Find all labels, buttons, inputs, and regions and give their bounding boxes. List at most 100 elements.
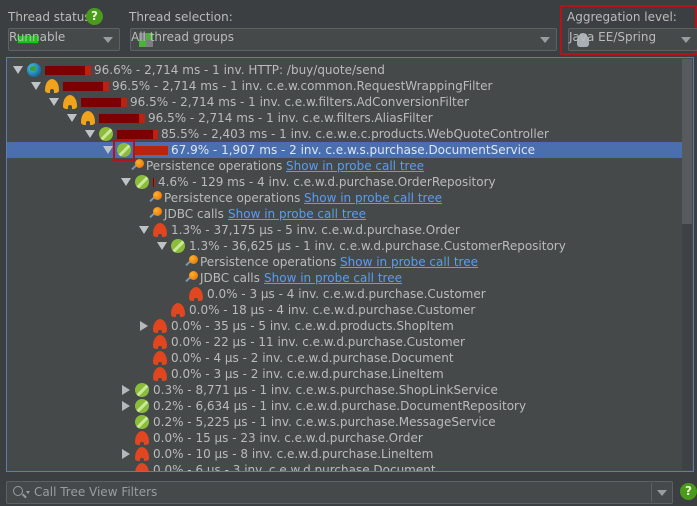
entity-icon bbox=[135, 447, 149, 461]
servlet-filter-icon bbox=[63, 95, 77, 109]
expand-down-icon[interactable] bbox=[49, 98, 59, 106]
tree-row[interactable]: JDBC calls Show in probe call tree bbox=[7, 206, 685, 222]
expand-down-icon[interactable] bbox=[85, 130, 95, 138]
tree-row[interactable]: 0.0% - 6 μs - 3 inv. c.e.w.d.purchase.Do… bbox=[7, 462, 685, 472]
entity-icon bbox=[171, 303, 185, 317]
call-tree-node-label: 0.0% - 3 μs - 2 inv. c.e.w.d.purchase.Li… bbox=[171, 367, 444, 381]
tree-row[interactable]: 0.0% - 18 μs - 4 inv. c.e.w.d.purchase.C… bbox=[7, 302, 685, 318]
thread-selection-dropdown[interactable]: All thread groups bbox=[130, 28, 557, 51]
self-time-bar bbox=[154, 178, 155, 187]
tree-row[interactable]: JDBC calls Show in probe call tree bbox=[7, 270, 685, 286]
entity-icon bbox=[153, 367, 167, 381]
tree-row[interactable]: 0.0% - 3 μs - 4 inv. c.e.w.d.purchase.Cu… bbox=[7, 286, 685, 302]
expand-down-icon[interactable] bbox=[139, 226, 149, 234]
time-percentage-bar bbox=[117, 130, 158, 139]
self-time-bar bbox=[153, 130, 158, 139]
globe-icon bbox=[27, 63, 41, 77]
tree-row[interactable]: 0.2% - 5,225 μs - 1 inv. c.e.w.s.purchas… bbox=[7, 414, 685, 430]
spring-bean-icon bbox=[171, 239, 185, 253]
tree-row[interactable]: 0.0% - 15 μs - 23 inv. c.e.w.d.purchase.… bbox=[7, 430, 685, 446]
tree-row[interactable]: Persistence operations Show in probe call… bbox=[7, 254, 685, 270]
show-in-probe-call-tree-link[interactable]: Show in probe call tree bbox=[286, 158, 424, 174]
tree-row-selected[interactable]: 67.9% - 1,907 ms - 2 inv. c.e.w.s.purcha… bbox=[7, 139, 685, 161]
tree-row[interactable]: 96.5% - 2,714 ms - 1 inv. c.e.w.filters.… bbox=[7, 94, 685, 110]
thread-status-help-icon[interactable]: ? bbox=[86, 8, 103, 25]
show-in-probe-call-tree-link[interactable]: Show in probe call tree bbox=[304, 190, 442, 206]
chevron-down-icon bbox=[540, 37, 550, 43]
collapse-right-icon[interactable] bbox=[122, 449, 130, 459]
probe-label: JDBC calls bbox=[200, 271, 260, 285]
spring-bean-icon bbox=[135, 175, 149, 189]
tree-row[interactable]: 0.0% - 4 μs - 2 inv. c.e.w.d.purchase.Do… bbox=[7, 350, 685, 366]
expand-down-icon[interactable] bbox=[13, 66, 23, 74]
show-in-probe-call-tree-link[interactable]: Show in probe call tree bbox=[264, 270, 402, 286]
show-in-probe-call-tree-link[interactable]: Show in probe call tree bbox=[340, 254, 478, 270]
tree-row[interactable]: 1.3% - 36,625 μs - 1 inv. c.e.w.d.purcha… bbox=[7, 238, 685, 254]
self-time-bar bbox=[139, 114, 145, 123]
tree-row[interactable]: 0.3% - 8,771 μs - 1 inv. c.e.w.s.purchas… bbox=[7, 382, 685, 398]
tree-row[interactable]: 4.6% - 129 ms - 4 inv. c.e.w.d.purchase.… bbox=[7, 174, 685, 190]
tree-row[interactable]: 96.5% - 2,714 ms - 1 inv. c.e.w.filters.… bbox=[7, 110, 685, 126]
entity-icon bbox=[135, 463, 149, 471]
collapse-right-icon[interactable] bbox=[122, 401, 130, 411]
expand-down-icon[interactable] bbox=[103, 146, 113, 154]
call-tree-node-label: 0.0% - 15 μs - 23 inv. c.e.w.d.purchase.… bbox=[153, 431, 423, 445]
tree-row[interactable]: Persistence operations Show in probe call… bbox=[7, 190, 685, 206]
call-tree-node-label: 85.5% - 2,403 ms - 1 inv. c.e.w.e.c.prod… bbox=[161, 127, 549, 141]
search-options-arrow-icon[interactable] bbox=[26, 491, 30, 494]
call-tree-node-label: 1.3% - 36,625 μs - 1 inv. c.e.w.d.purcha… bbox=[189, 239, 566, 253]
chevron-down-icon[interactable] bbox=[657, 490, 667, 496]
call-tree-node-label: 0.2% - 5,225 μs - 1 inv. c.e.w.s.purchas… bbox=[153, 415, 496, 429]
tree-row[interactable]: 0.2% - 6,634 μs - 1 inv. c.e.w.d.purchas… bbox=[7, 398, 685, 414]
collapse-right-icon[interactable] bbox=[140, 321, 148, 331]
probe-icon bbox=[183, 254, 199, 270]
self-time-bar bbox=[85, 66, 91, 75]
tree-row[interactable]: 0.0% - 35 μs - 5 inv. c.e.w.d.products.S… bbox=[7, 318, 685, 334]
tree-row[interactable]: 0.0% - 22 μs - 11 inv. c.e.w.d.purchase.… bbox=[7, 334, 685, 350]
time-percentage-bar bbox=[81, 98, 127, 107]
probe-label: JDBC calls bbox=[164, 207, 224, 221]
spring-bean-icon bbox=[135, 399, 149, 413]
call-tree-view-filters[interactable]: Call Tree View Filters bbox=[6, 481, 673, 504]
expand-down-icon[interactable] bbox=[121, 178, 131, 186]
divider bbox=[651, 483, 652, 502]
time-percentage-bar bbox=[99, 114, 145, 123]
call-tree[interactable]: 0.0% - 6 μs - 3 inv. c.e.w.d.purchase.Do… bbox=[6, 57, 694, 472]
tree-row[interactable]: Persistence operations Show in probe call… bbox=[7, 158, 685, 174]
tree-row[interactable]: 85.5% - 2,403 ms - 1 inv. c.e.w.e.c.prod… bbox=[7, 126, 685, 142]
expand-down-icon[interactable] bbox=[31, 82, 41, 90]
thread-status-dropdown[interactable]: Runnable bbox=[8, 28, 120, 51]
spring-bean-icon bbox=[135, 415, 149, 429]
vertical-scrollbar-thumb[interactable] bbox=[682, 59, 692, 224]
filter-help-icon[interactable]: ? bbox=[680, 483, 697, 500]
search-icon[interactable] bbox=[13, 486, 23, 496]
entity-icon bbox=[135, 431, 149, 445]
aggregation-level-label: Aggregation level: bbox=[567, 10, 677, 24]
tree-row[interactable]: 0.0% - 10 μs - 8 inv. c.e.w.d.purchase.L… bbox=[7, 446, 685, 462]
expand-down-icon[interactable] bbox=[67, 114, 77, 122]
aggregation-level-dropdown[interactable]: Java EE/Spring bbox=[568, 28, 697, 51]
thread-status-value: Runnable bbox=[9, 30, 66, 44]
collapse-right-icon[interactable] bbox=[122, 385, 130, 395]
probe-label: Persistence operations bbox=[200, 255, 337, 269]
call-tree-node-label: 0.3% - 8,771 μs - 1 inv. c.e.w.s.purchas… bbox=[153, 383, 498, 397]
call-tree-node-label: 96.5% - 2,714 ms - 1 inv. c.e.w.common.R… bbox=[112, 79, 493, 93]
tree-row[interactable]: 96.6% - 2,714 ms - 1 inv. HTTP: /buy/quo… bbox=[7, 62, 685, 78]
call-tree-node-label: 0.0% - 6 μs - 3 inv. c.e.w.d.purchase.Do… bbox=[153, 463, 436, 472]
chevron-down-icon bbox=[681, 37, 691, 43]
call-tree-node-label: 96.6% - 2,714 ms - 1 inv. HTTP: /buy/quo… bbox=[94, 63, 385, 77]
call-tree-node-label: 0.0% - 18 μs - 4 inv. c.e.w.d.purchase.C… bbox=[189, 303, 476, 317]
time-percentage-bar bbox=[63, 82, 109, 91]
show-in-probe-call-tree-link[interactable]: Show in probe call tree bbox=[228, 206, 366, 222]
thread-selection-value: All thread groups bbox=[131, 30, 234, 44]
call-tree-node-label: 96.5% - 2,714 ms - 1 inv. c.e.w.filters.… bbox=[130, 95, 470, 109]
tree-row[interactable]: 96.5% - 2,714 ms - 1 inv. c.e.w.common.R… bbox=[7, 78, 685, 94]
call-tree-node-label: 0.2% - 6,634 μs - 1 inv. c.e.w.d.purchas… bbox=[153, 399, 527, 413]
filter-placeholder: Call Tree View Filters bbox=[34, 485, 158, 499]
call-tree-node-label: 0.0% - 3 μs - 4 inv. c.e.w.d.purchase.Cu… bbox=[207, 287, 486, 301]
tree-row[interactable]: 0.0% - 3 μs - 2 inv. c.e.w.d.purchase.Li… bbox=[7, 366, 685, 382]
tree-row[interactable]: 1.3% - 37,175 μs - 5 inv. c.e.w.d.purcha… bbox=[7, 222, 685, 238]
time-percentage-bar bbox=[135, 146, 168, 155]
expand-down-icon[interactable] bbox=[157, 242, 167, 250]
entity-icon bbox=[153, 223, 167, 237]
